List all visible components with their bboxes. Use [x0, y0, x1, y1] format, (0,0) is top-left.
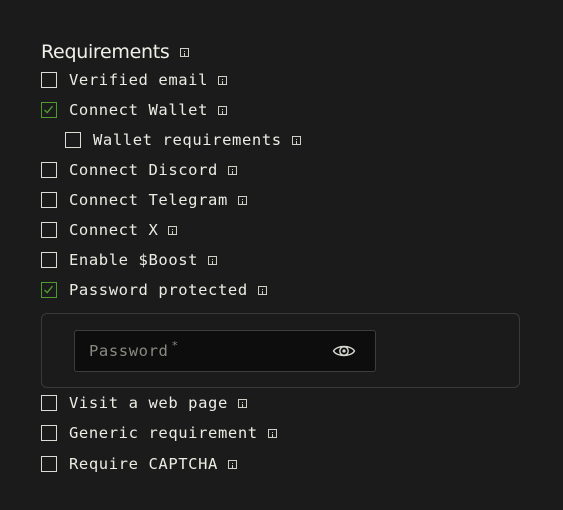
info-icon[interactable]	[218, 105, 228, 115]
info-icon[interactable]	[291, 135, 301, 145]
info-icon[interactable]	[237, 398, 247, 408]
checkbox-checked[interactable]	[41, 282, 57, 298]
requirement-label: Connect Wallet	[69, 101, 209, 119]
info-icon[interactable]	[227, 459, 237, 469]
requirement-label: Connect Telegram	[69, 191, 228, 209]
checkbox[interactable]	[41, 72, 57, 88]
requirement-label: Verified email	[69, 71, 209, 89]
requirement-password-protected[interactable]: Password protected	[41, 281, 267, 299]
checkbox[interactable]	[41, 425, 57, 441]
info-icon[interactable]	[208, 255, 218, 265]
requirement-connect-discord[interactable]: Connect Discord	[41, 161, 237, 179]
requirements-title-text: Requirements	[41, 41, 170, 63]
info-icon[interactable]	[218, 75, 228, 85]
checkbox[interactable]	[41, 222, 57, 238]
requirement-label: Wallet requirements	[93, 131, 282, 149]
requirement-label: Connect X	[69, 221, 159, 239]
eye-icon[interactable]	[332, 342, 356, 364]
info-icon[interactable]	[237, 195, 247, 205]
requirement-connect-wallet[interactable]: Connect Wallet	[41, 101, 228, 119]
requirement-verified-email[interactable]: Verified email	[41, 71, 228, 89]
requirement-label: Enable $Boost	[69, 251, 199, 269]
requirement-enable-boost[interactable]: Enable $Boost	[41, 251, 218, 269]
password-input[interactable]: Password *	[74, 330, 376, 372]
checkmark-icon	[44, 105, 54, 114]
requirement-captcha[interactable]: Require CAPTCHA	[41, 455, 237, 473]
info-icon[interactable]	[168, 225, 178, 235]
requirement-connect-x[interactable]: Connect X	[41, 221, 178, 239]
info-icon[interactable]	[257, 285, 267, 295]
password-placeholder: Password	[89, 342, 169, 360]
checkbox-checked[interactable]	[41, 102, 57, 118]
info-icon[interactable]	[267, 428, 277, 438]
requirement-label: Password protected	[69, 281, 248, 299]
password-settings-panel: Password *	[41, 313, 520, 388]
requirement-label: Visit a web page	[69, 394, 228, 412]
requirement-label: Require CAPTCHA	[69, 455, 218, 473]
info-icon[interactable]	[227, 165, 237, 175]
required-marker: *	[171, 338, 179, 352]
requirement-visit-web-page[interactable]: Visit a web page	[41, 394, 247, 412]
requirement-label: Generic requirement	[69, 424, 258, 442]
requirement-generic[interactable]: Generic requirement	[41, 424, 277, 442]
checkbox[interactable]	[41, 162, 57, 178]
info-icon[interactable]	[179, 47, 189, 57]
checkmark-icon	[44, 285, 54, 294]
checkbox[interactable]	[41, 192, 57, 208]
checkbox[interactable]	[41, 395, 57, 411]
requirement-wallet-requirements[interactable]: Wallet requirements	[65, 131, 301, 149]
requirements-section-title: Requirements	[41, 41, 189, 63]
checkbox[interactable]	[41, 252, 57, 268]
checkbox[interactable]	[41, 456, 57, 472]
requirement-connect-telegram[interactable]: Connect Telegram	[41, 191, 247, 209]
requirement-label: Connect Discord	[69, 161, 218, 179]
checkbox[interactable]	[65, 132, 81, 148]
